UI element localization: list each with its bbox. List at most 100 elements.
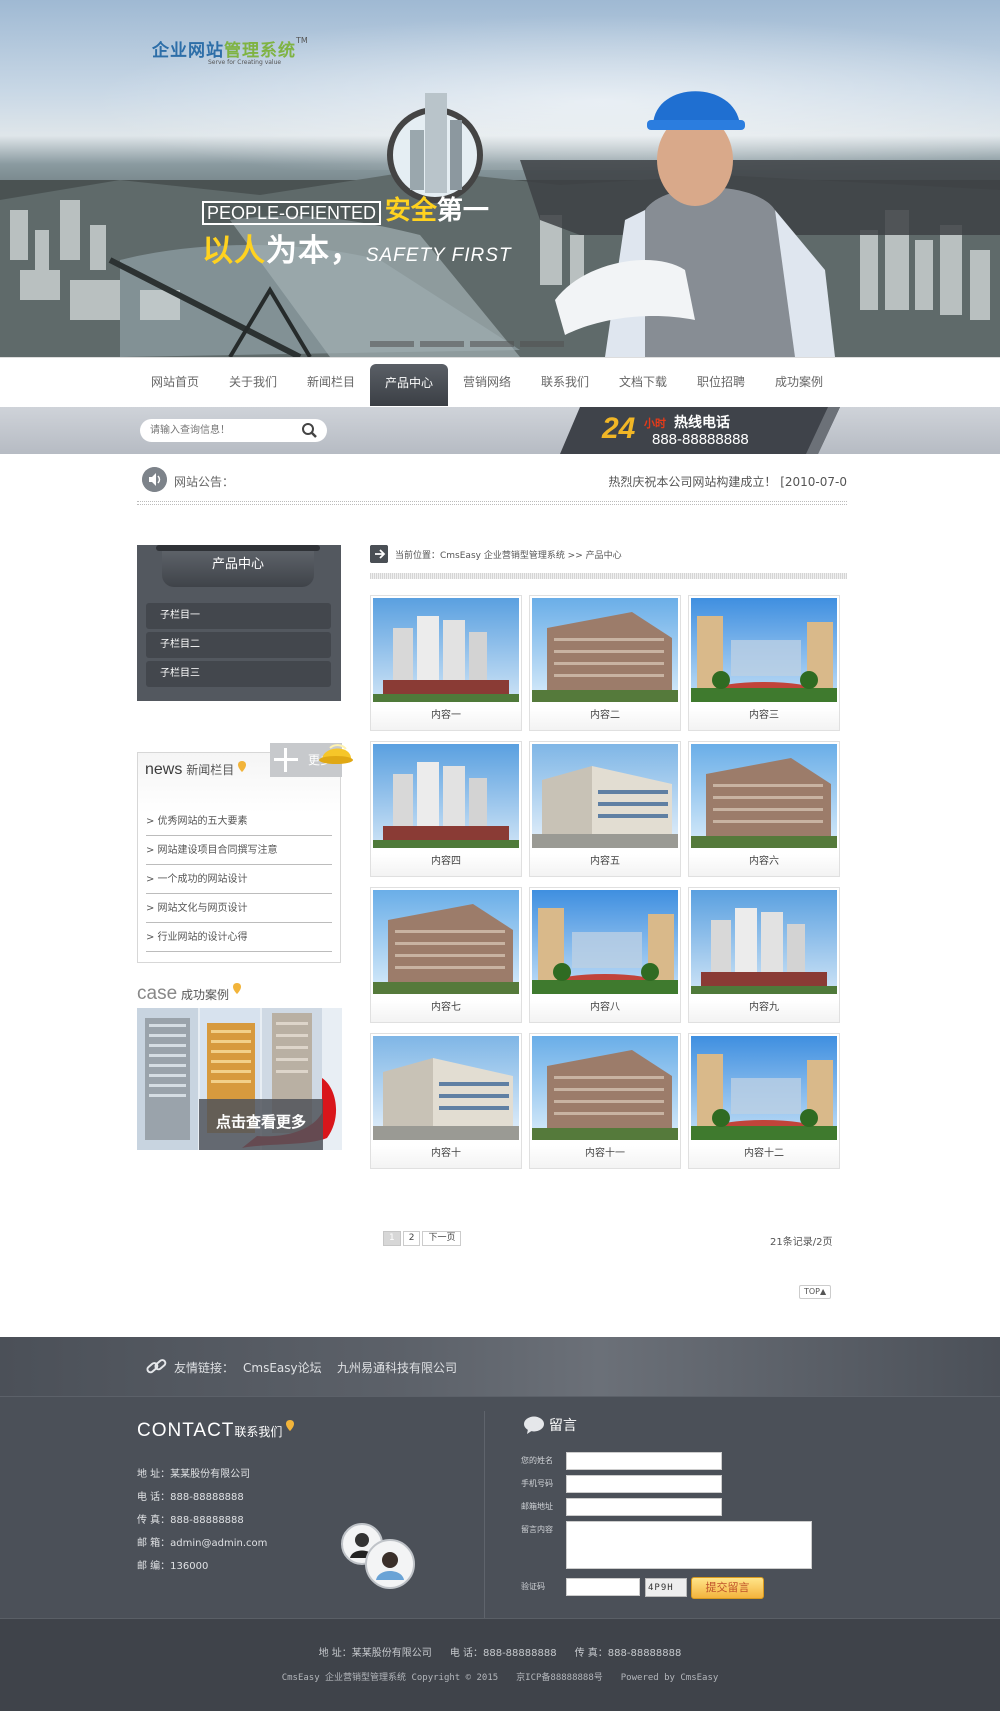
notice-message[interactable]: 热烈庆祝本公司网站构建成立！ [2010-07-0 bbox=[608, 473, 847, 490]
site-logo[interactable]: 企业网站管理系统TM Serve for Creating value bbox=[152, 36, 308, 66]
nav-item[interactable]: 关于我们 bbox=[214, 358, 292, 406]
news-item[interactable]: > 一个成功的网站设计 bbox=[146, 865, 332, 894]
product-category-list: 子栏目一子栏目二子栏目三 bbox=[146, 603, 331, 690]
product-card[interactable]: 内容十二 bbox=[688, 1033, 840, 1169]
product-thumbnail[interactable] bbox=[373, 744, 519, 848]
page-2[interactable]: 2 bbox=[402, 1231, 421, 1246]
captcha-image[interactable]: 4P9H bbox=[645, 1578, 687, 1597]
case-more-link[interactable]: 点击查看更多 bbox=[199, 1099, 323, 1150]
news-item[interactable]: > 网站文化与网页设计 bbox=[146, 894, 332, 923]
breadcrumb-divider bbox=[370, 573, 847, 579]
product-caption[interactable]: 内容十 bbox=[371, 1144, 521, 1159]
banner: 企业网站管理系统TM Serve for Creating value PEOP… bbox=[0, 0, 1000, 357]
product-thumbnail[interactable] bbox=[373, 598, 519, 702]
news-box: news 新闻栏目 更多 > 优秀网站的五大要素> 网站建设项目合同撰写注意> … bbox=[137, 743, 342, 963]
product-card[interactable]: 内容三 bbox=[688, 595, 840, 731]
product-caption[interactable]: 内容二 bbox=[530, 706, 680, 721]
product-thumbnail[interactable] bbox=[373, 890, 519, 994]
news-item[interactable]: > 行业网站的设计心得 bbox=[146, 923, 332, 952]
page-1[interactable]: 1 bbox=[383, 1231, 401, 1246]
product-thumbnail[interactable] bbox=[691, 890, 837, 994]
product-caption[interactable]: 内容十二 bbox=[689, 1144, 839, 1159]
contact-phone: 电 话：888-88888888 bbox=[137, 1492, 244, 1503]
content-textarea[interactable] bbox=[566, 1521, 812, 1569]
product-thumbnail[interactable] bbox=[691, 744, 837, 848]
product-thumbnail[interactable] bbox=[532, 1036, 678, 1140]
product-card[interactable]: 内容七 bbox=[370, 887, 522, 1023]
product-category-title: 产品中心 bbox=[156, 545, 320, 587]
powered-by[interactable]: Powered by CmsEasy bbox=[621, 1673, 719, 1683]
speech-bubble-icon bbox=[524, 1416, 544, 1434]
product-card[interactable]: 内容十一 bbox=[529, 1033, 681, 1169]
breadcrumb-text[interactable]: 当前位置：CmsEasy 企业营销型管理系统 >> 产品中心 bbox=[395, 548, 622, 561]
search-box bbox=[140, 419, 327, 442]
search-icon[interactable] bbox=[301, 422, 318, 439]
nav-item[interactable]: 职位招聘 bbox=[682, 358, 760, 406]
product-caption[interactable]: 内容九 bbox=[689, 998, 839, 1013]
name-input[interactable] bbox=[566, 1452, 722, 1470]
product-caption[interactable]: 内容八 bbox=[530, 998, 680, 1013]
icp-number[interactable]: 京ICP备88888888号 bbox=[516, 1673, 603, 1683]
case-title-cn: 成功案例 bbox=[180, 988, 229, 1002]
product-caption[interactable]: 内容三 bbox=[689, 706, 839, 721]
product-card[interactable]: 内容十 bbox=[370, 1033, 522, 1169]
nav-item[interactable]: 营销网络 bbox=[448, 358, 526, 406]
product-thumbnail[interactable] bbox=[532, 744, 678, 848]
link-jiuzhou[interactable]: 九州易通科技有限公司 bbox=[337, 1359, 457, 1376]
news-item[interactable]: > 优秀网站的五大要素 bbox=[146, 807, 332, 836]
product-caption[interactable]: 内容七 bbox=[371, 998, 521, 1013]
contact-header: CONTACT联系我们 bbox=[137, 1420, 295, 1442]
contact-title-en: CONTACT bbox=[137, 1420, 235, 1441]
slider-dot[interactable] bbox=[520, 341, 564, 347]
product-caption[interactable]: 内容四 bbox=[371, 852, 521, 867]
verify-code-input[interactable] bbox=[566, 1578, 640, 1596]
product-card[interactable]: 内容八 bbox=[529, 887, 681, 1023]
product-category-item[interactable]: 子栏目三 bbox=[146, 661, 331, 687]
slider-dot[interactable] bbox=[370, 341, 414, 347]
next-page[interactable]: 下一页 bbox=[422, 1231, 462, 1246]
link-cmseasy[interactable]: CmsEasy论坛 bbox=[243, 1359, 322, 1376]
product-card[interactable]: 内容九 bbox=[688, 887, 840, 1023]
case-image[interactable]: 点击查看更多 bbox=[137, 1008, 342, 1150]
submit-message-button[interactable]: 提交留言 bbox=[691, 1577, 764, 1599]
nav-item[interactable]: 新闻栏目 bbox=[292, 358, 370, 406]
news-item[interactable]: > 网站建设项目合同撰写注意 bbox=[146, 836, 332, 865]
nav-item[interactable]: 产品中心 bbox=[370, 364, 448, 406]
product-caption[interactable]: 内容五 bbox=[530, 852, 680, 867]
phone-input[interactable] bbox=[566, 1475, 722, 1493]
nav-item[interactable]: 网站首页 bbox=[136, 358, 214, 406]
product-thumbnail[interactable] bbox=[691, 1036, 837, 1140]
product-caption[interactable]: 内容十一 bbox=[530, 1144, 680, 1159]
footer-fax: 传 真：888-88888888 bbox=[574, 1648, 682, 1659]
product-card[interactable]: 内容一 bbox=[370, 595, 522, 731]
nav-item[interactable]: 文档下载 bbox=[604, 358, 682, 406]
back-to-top-button[interactable]: TOP▲ bbox=[799, 1285, 832, 1299]
product-card[interactable]: 内容四 bbox=[370, 741, 522, 877]
slider-dot[interactable] bbox=[420, 341, 464, 347]
product-thumbnail[interactable] bbox=[691, 598, 837, 702]
nav-item[interactable]: 联系我们 bbox=[526, 358, 604, 406]
product-caption[interactable]: 内容六 bbox=[689, 852, 839, 867]
product-thumbnail[interactable] bbox=[532, 890, 678, 994]
speaker-icon bbox=[142, 467, 167, 492]
notice-label: 网站公告： bbox=[174, 475, 235, 489]
product-thumbnail[interactable] bbox=[373, 1036, 519, 1140]
pagination: 1 2 下一页 bbox=[383, 1229, 463, 1246]
search-input[interactable] bbox=[150, 422, 290, 439]
logo-name: 企业网站管理系统 bbox=[152, 41, 296, 61]
email-input[interactable] bbox=[566, 1498, 722, 1516]
banner-slogan: PEOPLE-OFIENTED 安全第一 以人为本， SAFETY FIRST bbox=[202, 190, 512, 270]
slider-dot[interactable] bbox=[470, 341, 514, 347]
product-card[interactable]: 内容二 bbox=[529, 595, 681, 731]
hotline-hours: 小时 bbox=[644, 417, 666, 430]
nav-item[interactable]: 成功案例 bbox=[760, 358, 838, 406]
friend-links-label: 友情链接： bbox=[174, 1361, 235, 1375]
friend-links: 友情链接： CmsEasy论坛 九州易通科技有限公司 bbox=[0, 1337, 1000, 1397]
product-category-item[interactable]: 子栏目一 bbox=[146, 603, 331, 629]
product-thumbnail[interactable] bbox=[532, 598, 678, 702]
product-category-item[interactable]: 子栏目二 bbox=[146, 632, 331, 658]
product-caption[interactable]: 内容一 bbox=[371, 706, 521, 721]
product-card[interactable]: 内容六 bbox=[688, 741, 840, 877]
verify-code-label: 验证码 bbox=[521, 1582, 545, 1591]
product-card[interactable]: 内容五 bbox=[529, 741, 681, 877]
